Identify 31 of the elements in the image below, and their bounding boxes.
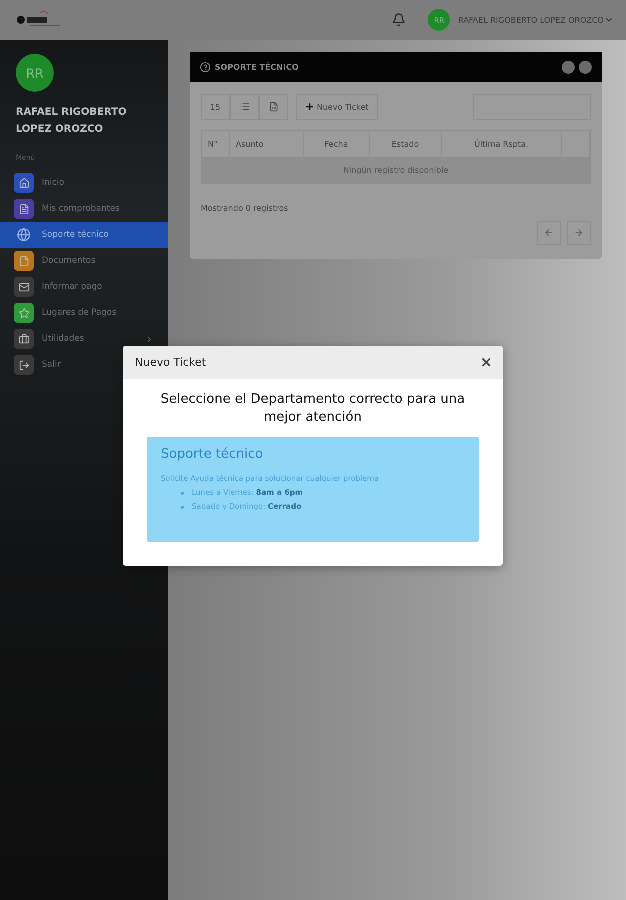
list-button[interactable]	[230, 94, 259, 120]
empty-message: Ningún registro disponible	[202, 157, 590, 183]
spreadsheet-icon	[268, 102, 278, 112]
plus-icon	[305, 102, 315, 112]
sidebar-item[interactable]: Informar pago	[0, 274, 168, 300]
arrow-right-icon	[574, 228, 584, 238]
help-icon	[200, 62, 211, 72]
bullet-icon	[181, 506, 184, 508]
sidebar-item[interactable]: Inicio	[0, 170, 168, 196]
globe-icon	[17, 228, 31, 242]
records-count: Mostrando 0 registros	[200, 203, 290, 213]
arrow-left-icon	[544, 228, 554, 238]
sidebar-item[interactable]: Lugares de Pagos	[0, 300, 168, 326]
sidebar-item[interactable]: Soporte técnico	[0, 222, 168, 248]
export-button[interactable]	[259, 94, 288, 120]
close-button[interactable]	[480, 356, 493, 369]
sidebar-item[interactable]: Mis comprobantes	[0, 196, 168, 222]
close-button[interactable]	[579, 60, 592, 74]
new-ticket-button[interactable]: Nuevo Ticket	[296, 94, 378, 120]
dialog-heading: Seleccione el Departamento correcto para una mejor atención	[160, 391, 466, 427]
user-name[interactable]: RAFAEL RIGOBERTO LOPEZ OROZCO	[458, 16, 604, 24]
sidebar-item[interactable]: Documentos	[0, 248, 168, 274]
minimize-button[interactable]	[562, 60, 575, 74]
page-size-button[interactable]: 15	[201, 94, 230, 120]
profile-name: RAFAEL RIGOBERTO LOPEZ OROZCO	[16, 106, 128, 137]
card-title: SOPORTE TÉCNICO	[215, 62, 300, 72]
bullet-icon	[181, 492, 184, 494]
bell-icon[interactable]	[392, 13, 406, 27]
profile-avatar: RR	[16, 54, 54, 92]
department-title: Soporte técnico	[161, 447, 264, 462]
dialog-title: Nuevo Ticket	[135, 356, 208, 369]
